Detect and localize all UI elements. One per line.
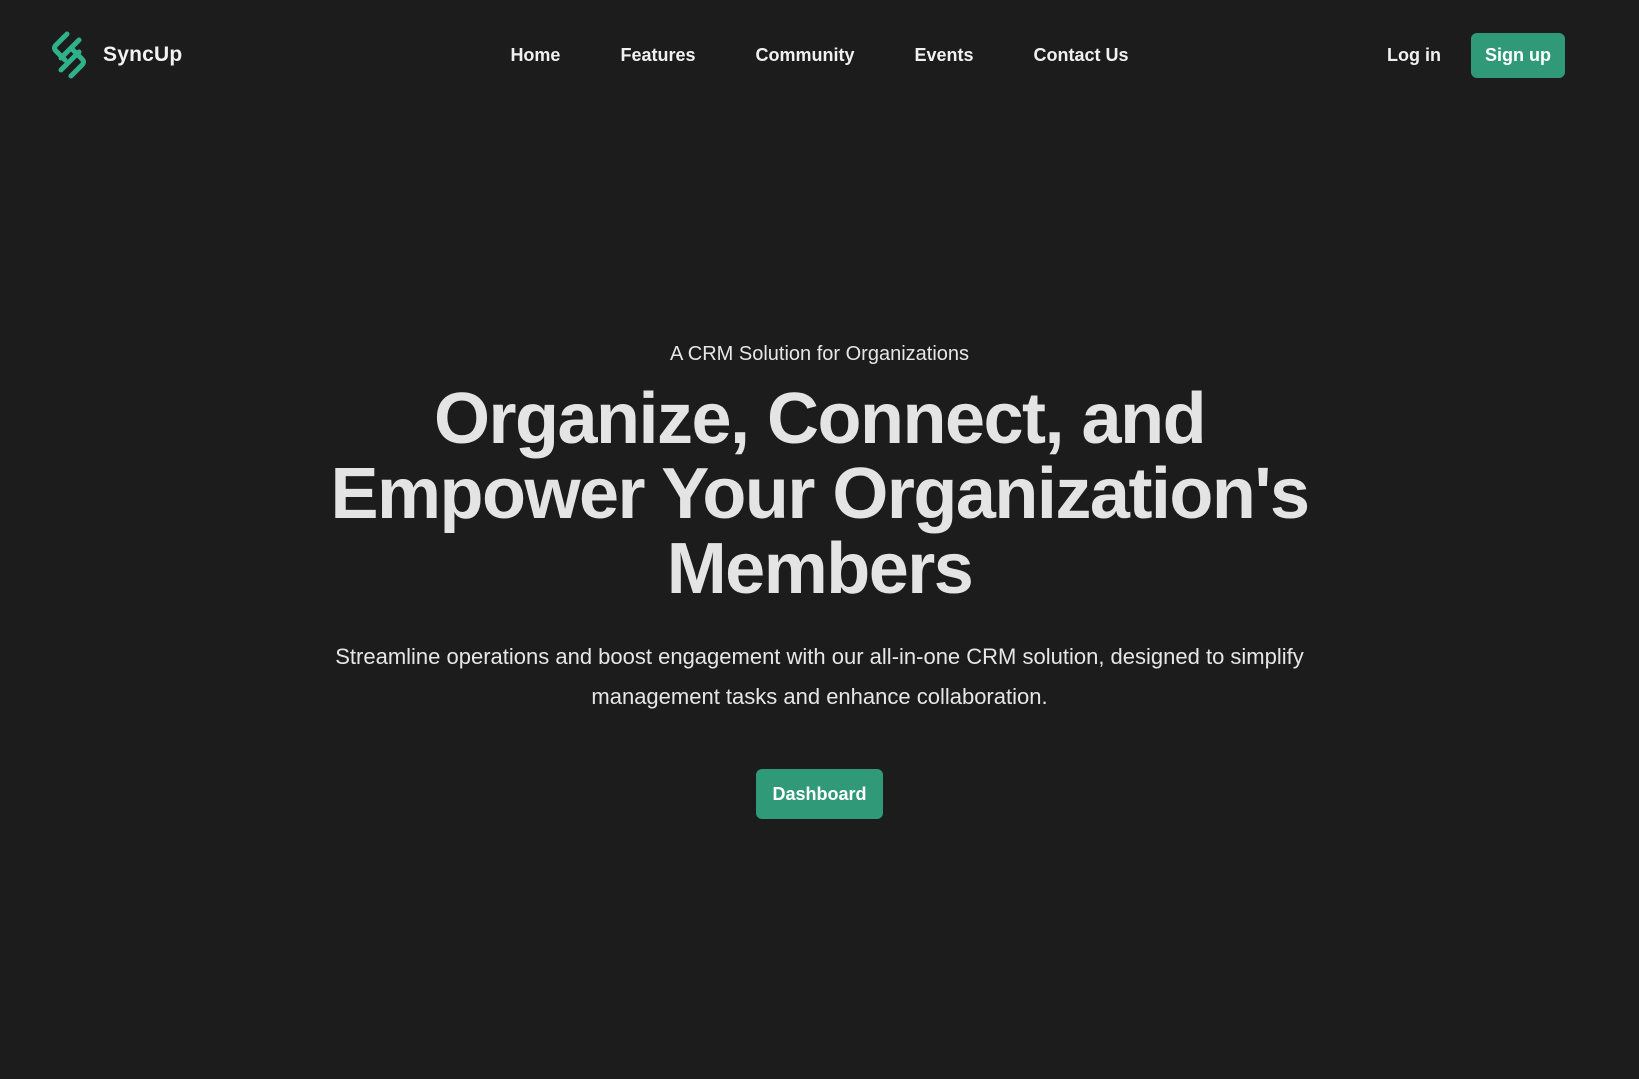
dashboard-button[interactable]: Dashboard	[756, 769, 883, 819]
hero-cta-wrapper: Dashboard	[0, 769, 1639, 819]
nav-item-home[interactable]: Home	[480, 42, 590, 68]
brand-home-link[interactable]: SyncUp	[51, 30, 182, 80]
nav-item-features[interactable]: Features	[590, 42, 725, 68]
link-chain-icon	[52, 31, 86, 79]
auth-actions: Log in Sign up	[1387, 33, 1565, 78]
nav-item-contact-us[interactable]: Contact Us	[1004, 42, 1159, 68]
hero-section: A CRM Solution for Organizations Organiz…	[0, 336, 1639, 819]
brand-name: SyncUp	[103, 43, 183, 66]
nav-item-events[interactable]: Events	[885, 42, 1004, 68]
nav-item-community[interactable]: Community	[726, 42, 885, 68]
signup-button[interactable]: Sign up	[1471, 33, 1565, 78]
site-header: SyncUp Home Features Community Events Co…	[0, 0, 1639, 110]
login-link[interactable]: Log in	[1387, 45, 1441, 66]
hero-eyebrow: A CRM Solution for Organizations	[669, 343, 970, 365]
hero-headline: Organize, Connect, and Empower Your Orga…	[330, 379, 1310, 609]
hero-subtext: Streamline operations and boost engageme…	[335, 644, 1304, 709]
landing-page: SyncUp Home Features Community Events Co…	[0, 0, 1639, 1079]
